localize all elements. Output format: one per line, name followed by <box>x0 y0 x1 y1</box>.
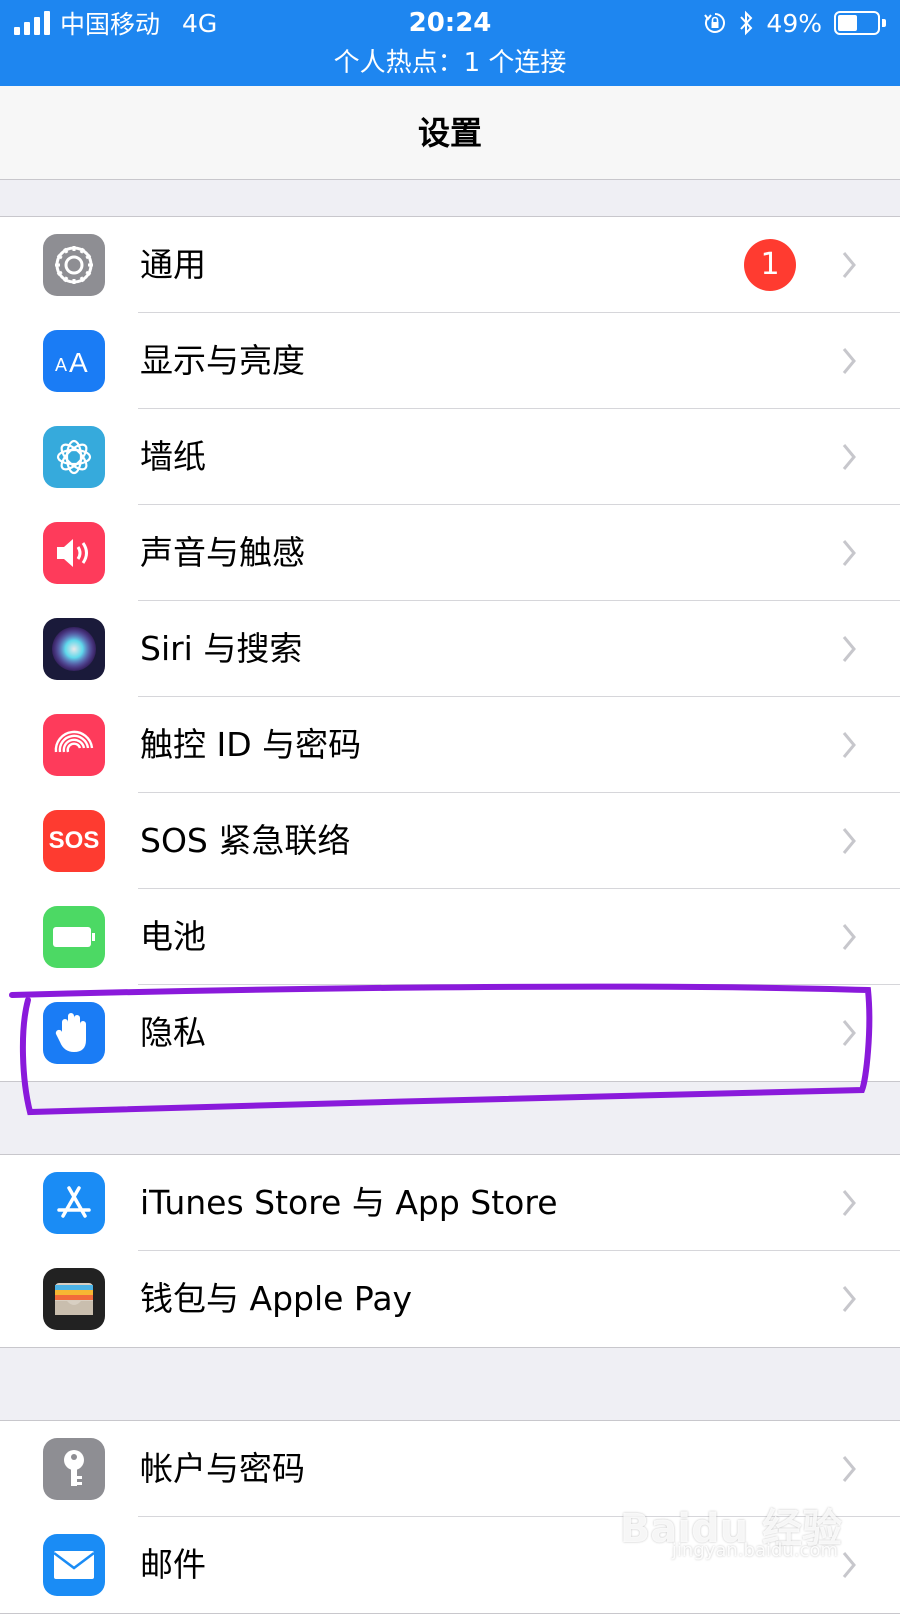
row-label: 墙纸 <box>140 437 206 476</box>
settings-row-touch-id[interactable]: 触控 ID 与密码 <box>0 697 900 793</box>
settings-row-wallpaper[interactable]: 墙纸 <box>0 409 900 505</box>
row-label: 帐户与密码 <box>140 1449 305 1488</box>
watermark-url: jingyan.baidu.com <box>671 1540 838 1561</box>
chevron-right-icon <box>842 444 856 470</box>
settings-row-general[interactable]: 通用 1 <box>0 217 900 313</box>
chevron-right-icon <box>842 732 856 758</box>
row-label: 显示与亮度 <box>140 341 305 380</box>
svg-text:A: A <box>55 355 67 375</box>
bluetooth-icon <box>740 10 753 36</box>
status-right: 49% <box>704 6 886 40</box>
row-label: 隐私 <box>140 1013 206 1052</box>
row-label: 通用 <box>140 245 206 284</box>
settings-row-wallet[interactable]: 钱包与 Apple Pay <box>0 1251 900 1347</box>
battery-percent: 49% <box>766 8 822 38</box>
row-label: SOS 紧急联络 <box>140 821 351 860</box>
row-label: 钱包与 Apple Pay <box>140 1279 413 1318</box>
siri-icon <box>43 618 105 680</box>
settings-row-battery[interactable]: 电池 <box>0 889 900 985</box>
chevron-right-icon <box>842 252 856 278</box>
chevron-right-icon <box>842 924 856 950</box>
page-title: 设置 <box>417 114 482 152</box>
settings-group-1: 通用 1 AA 显示与亮度 墙纸 声音与触感 Siri 与搜索 触控 ID 与密… <box>0 216 900 1082</box>
hotspot-banner[interactable]: 个人热点：1 个连接 <box>0 44 900 82</box>
settings-row-app-store[interactable]: iTunes Store 与 App Store <box>0 1155 900 1251</box>
chevron-right-icon <box>842 828 856 854</box>
battery-status-icon <box>834 11 886 35</box>
settings-row-display[interactable]: AA 显示与亮度 <box>0 313 900 409</box>
wallet-icon <box>43 1268 105 1330</box>
fingerprint-icon <box>43 714 105 776</box>
speaker-icon <box>43 522 105 584</box>
app-store-icon <box>43 1172 105 1234</box>
sos-icon: SOS <box>43 810 105 872</box>
chevron-right-icon <box>842 1020 856 1046</box>
chevron-right-icon <box>842 1190 856 1216</box>
nav-bar: 设置 <box>0 86 900 180</box>
chevron-right-icon <box>842 1552 856 1578</box>
flower-icon <box>43 426 105 488</box>
row-label: iTunes Store 与 App Store <box>140 1183 558 1222</box>
row-label: Siri 与搜索 <box>140 629 303 668</box>
svg-text:A: A <box>69 347 88 378</box>
settings-group-2: iTunes Store 与 App Store 钱包与 Apple Pay <box>0 1154 900 1348</box>
row-label: 触控 ID 与密码 <box>140 725 362 764</box>
chevron-right-icon <box>842 1286 856 1312</box>
battery-icon <box>43 906 105 968</box>
row-label: 邮件 <box>140 1545 206 1584</box>
text-size-icon: AA <box>43 330 105 392</box>
chevron-right-icon <box>842 540 856 566</box>
gear-icon <box>43 234 105 296</box>
chevron-right-icon <box>842 636 856 662</box>
row-label: 电池 <box>140 917 206 956</box>
settings-row-sos[interactable]: SOS SOS 紧急联络 <box>0 793 900 889</box>
settings-row-sounds[interactable]: 声音与触感 <box>0 505 900 601</box>
settings-row-privacy[interactable]: 隐私 <box>0 985 900 1081</box>
notification-badge: 1 <box>744 239 796 291</box>
hand-icon <box>43 1002 105 1064</box>
orientation-lock-icon <box>704 13 726 33</box>
mail-icon <box>43 1534 105 1596</box>
status-bar: 中国移动 4G 20:24 49% 个人热点：1 个连接 <box>0 0 900 86</box>
row-label: 声音与触感 <box>140 533 305 572</box>
chevron-right-icon <box>842 1456 856 1482</box>
key-icon <box>43 1438 105 1500</box>
settings-row-siri[interactable]: Siri 与搜索 <box>0 601 900 697</box>
chevron-right-icon <box>842 348 856 374</box>
